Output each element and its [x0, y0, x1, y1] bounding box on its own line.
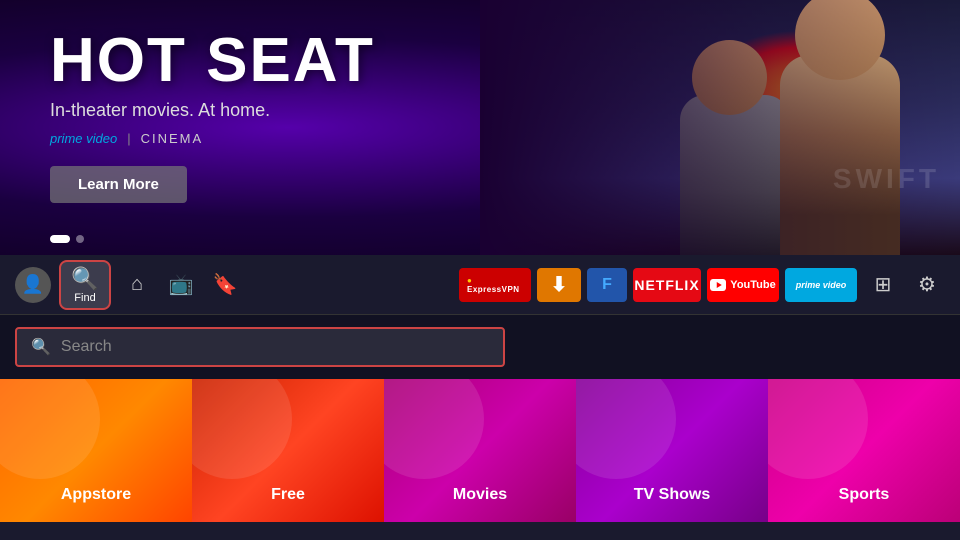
find-label: Find: [74, 292, 95, 304]
hero-pagination: [50, 235, 84, 243]
search-magnifier-icon: 🔍: [31, 337, 51, 357]
hero-subtitle: In-theater movies. At home.: [50, 100, 375, 121]
netflix-app[interactable]: NETFLIX: [633, 268, 701, 302]
hero-content: HOT SEAT In-theater movies. At home. pri…: [50, 30, 375, 203]
brand-divider: |: [127, 131, 130, 146]
nav-bar: 👤 🔍 Find ⌂ 📺 🔖 ● ExpressVPN ⬇ F NETFLIX: [0, 255, 960, 315]
unknown-app[interactable]: F: [587, 268, 627, 302]
search-container: 🔍 Search: [0, 315, 960, 379]
grid-icon: ⊞: [875, 272, 892, 297]
dot-2[interactable]: [76, 235, 84, 243]
downloader-app[interactable]: ⬇: [537, 268, 581, 302]
categories-row: Appstore Free Movies TV Shows Sports: [0, 379, 960, 522]
search-bar[interactable]: 🔍 Search: [15, 327, 505, 367]
profile-icon: 👤: [22, 274, 44, 295]
search-icon: 🔍: [71, 266, 98, 292]
hero-banner: SWIFT HOT SEAT In-theater movies. At hom…: [0, 0, 960, 255]
category-free-label: Free: [271, 486, 305, 504]
hero-image-overlay: [480, 0, 960, 255]
profile-button[interactable]: 👤: [15, 267, 51, 303]
home-button[interactable]: ⌂: [119, 267, 155, 303]
hero-image: SWIFT: [480, 0, 960, 255]
expressvpn-label: ● ExpressVPN: [467, 276, 523, 294]
category-free[interactable]: Free: [192, 379, 384, 522]
youtube-app[interactable]: YouTube: [707, 268, 779, 302]
app-shortcuts: ● ExpressVPN ⬇ F NETFLIX YouTube prime v…: [459, 268, 857, 302]
expressvpn-app[interactable]: ● ExpressVPN: [459, 268, 531, 302]
category-tvshows-label: TV Shows: [634, 486, 710, 504]
unknown-app-icon: F: [602, 276, 612, 294]
youtube-label: YouTube: [730, 279, 775, 291]
youtube-play-icon: [710, 279, 726, 291]
cinema-label: CINEMA: [141, 131, 204, 146]
home-icon: ⌂: [131, 273, 143, 296]
primevideo-app[interactable]: prime video: [785, 268, 857, 302]
prime-video-label: prime video: [50, 131, 117, 146]
search-placeholder: Search: [61, 338, 489, 356]
hero-title: HOT SEAT: [50, 30, 375, 92]
dot-1[interactable]: [50, 235, 70, 243]
category-appstore[interactable]: Appstore: [0, 379, 192, 522]
category-tvshows[interactable]: TV Shows: [576, 379, 768, 522]
settings-button[interactable]: ⚙: [909, 267, 945, 303]
downloader-icon: ⬇: [551, 272, 568, 297]
bookmark-button[interactable]: 🔖: [207, 267, 243, 303]
netflix-label: NETFLIX: [634, 277, 699, 293]
category-sports[interactable]: Sports: [768, 379, 960, 522]
learn-more-button[interactable]: Learn More: [50, 166, 187, 203]
grid-button[interactable]: ⊞: [865, 267, 901, 303]
category-sports-label: Sports: [839, 486, 890, 504]
tv-icon: 📺: [169, 272, 194, 297]
gear-icon: ⚙: [918, 272, 936, 297]
category-movies-label: Movies: [453, 486, 507, 504]
find-button[interactable]: 🔍 Find: [59, 260, 111, 310]
category-appstore-label: Appstore: [61, 486, 131, 504]
category-movies[interactable]: Movies: [384, 379, 576, 522]
primevideo-label: prime video: [796, 280, 847, 290]
hero-brand: prime video | CINEMA: [50, 131, 375, 146]
tv-button[interactable]: 📺: [163, 267, 199, 303]
bookmark-icon: 🔖: [213, 272, 238, 297]
